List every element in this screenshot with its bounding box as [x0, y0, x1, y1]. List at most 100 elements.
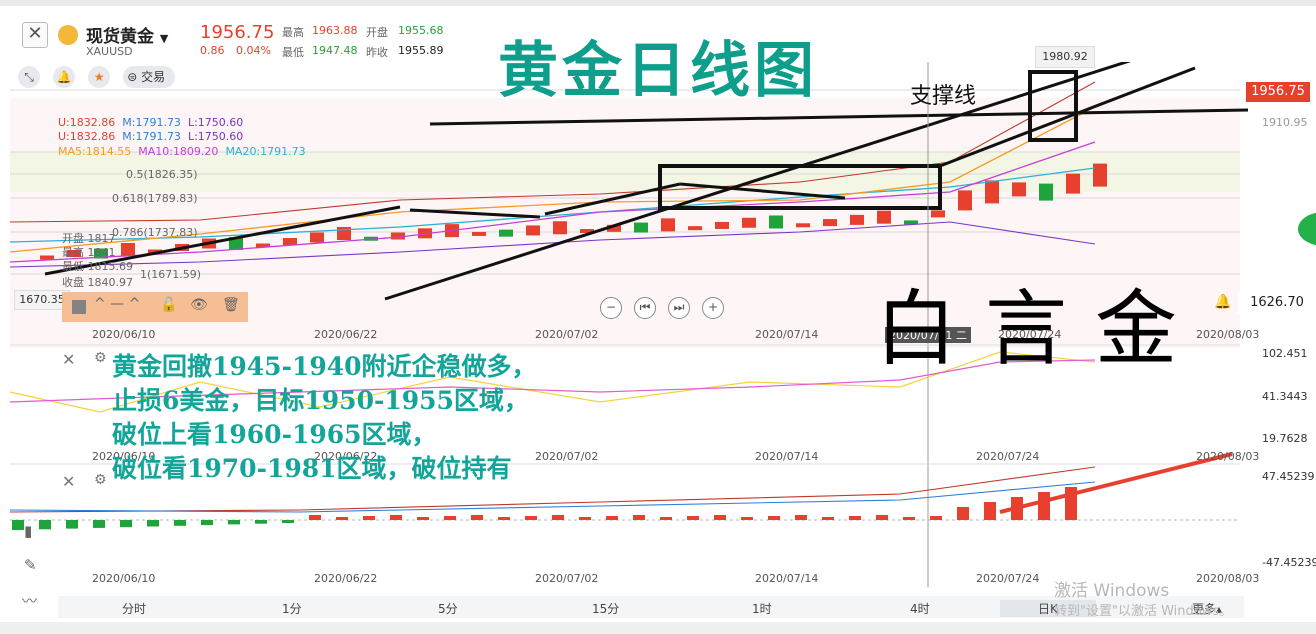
date-label: 2020/07/02: [535, 328, 599, 341]
open-label: 开盘: [366, 26, 388, 39]
bell-icon[interactable]: 🔔: [53, 66, 76, 88]
candle: [472, 231, 486, 236]
candle: [958, 190, 972, 211]
color-swatch-icon[interactable]: [72, 300, 86, 314]
macd-bar: [822, 517, 834, 520]
macd-bar: [336, 517, 348, 520]
candle: [1012, 182, 1026, 197]
price-change-pct: 0.04%: [236, 44, 271, 57]
pencil-icon[interactable]: ✎: [24, 556, 37, 574]
candle: [1093, 163, 1107, 187]
macd-histogram: [12, 487, 1077, 530]
tf-5m[interactable]: 5分: [438, 600, 458, 617]
date-label: 2020/07/14: [755, 328, 819, 341]
close-panel-icon[interactable]: ✕: [62, 472, 75, 491]
zoom-in-icon[interactable]: +: [702, 297, 724, 319]
candle: [283, 238, 297, 245]
date-label: 2020/08/03: [1196, 328, 1260, 341]
settings-icon[interactable]: ⚙: [94, 472, 107, 488]
macd-bar: [660, 517, 672, 520]
tf-tick[interactable]: 分时: [122, 600, 146, 617]
fib-label-0.5: 0.5(1826.35): [126, 168, 198, 181]
price-axis-label: 1910.95: [1262, 116, 1308, 129]
date-label: 2020/07/14: [755, 450, 819, 463]
sub1-axis-low: 19.7628: [1262, 432, 1308, 445]
candle: [1039, 183, 1053, 201]
analysis-line: 破位看1970-1981区域，破位持有: [112, 454, 512, 483]
fib-label-0.786: 0.786(1737.83): [112, 226, 198, 239]
sub2-axis-top: 47.45239: [1262, 470, 1315, 483]
candle: [310, 232, 324, 243]
macd-bar: [228, 520, 240, 525]
close-icon[interactable]: ✕: [22, 22, 48, 48]
zoom-out-icon[interactable]: −: [600, 297, 622, 319]
macd-bar: [66, 520, 78, 529]
candle: [1066, 173, 1080, 194]
high-label: 最高: [282, 26, 304, 39]
star-icon[interactable]: ★: [88, 66, 111, 88]
jump-end-icon[interactable]: ⏭: [668, 297, 690, 319]
macd-bar: [984, 502, 996, 520]
macd-bar: [120, 520, 132, 528]
tf-1h[interactable]: 1时: [752, 600, 772, 617]
macd-bar: [930, 516, 942, 520]
macd-bar: [282, 520, 294, 523]
tf-4h[interactable]: 4时: [910, 600, 930, 617]
analysis-line: 止损6美金，目标1950-1955区域，: [112, 386, 529, 415]
tf-15m[interactable]: 15分: [592, 600, 619, 617]
candle-style-icon[interactable]: ▮: [24, 522, 32, 540]
macd-bar: [552, 515, 564, 520]
trade-icon: ⊜: [127, 70, 142, 84]
candle: [742, 217, 756, 228]
candle: [985, 180, 999, 204]
indicator-icon[interactable]: 〰: [22, 590, 37, 611]
candle: [715, 221, 729, 229]
low-value: 1947.48: [312, 44, 358, 57]
date-label: 2020/07/14: [755, 572, 819, 585]
jump-start-icon[interactable]: ⏮: [634, 297, 656, 319]
sub1-axis-top: 102.451: [1262, 347, 1308, 360]
boll-legend-2: U:1832.86 M:1791.73 L:1750.60: [58, 130, 244, 143]
lock-icon[interactable]: 🔓: [160, 297, 177, 313]
ma-legend: MA5:1814.55 MA10:1809.20 MA20:1791.73: [58, 145, 306, 158]
macd-bar: [579, 517, 591, 520]
line-style-icon[interactable]: ^ — ^: [94, 296, 140, 312]
chevron-down-icon: ▼: [159, 32, 169, 45]
date-label: 2020/06/10: [92, 572, 156, 585]
alert-bell-icon[interactable]: 🔔: [1214, 294, 1231, 310]
sub1-axis-mid: 41.3443: [1262, 390, 1308, 403]
author-signature: 白言金: [875, 282, 1206, 377]
high-tag: 1980.92: [1035, 46, 1095, 68]
macd-bar: [471, 515, 483, 520]
low-label: 最低: [282, 46, 304, 59]
date-label: 2020/07/02: [535, 450, 599, 463]
candle: [688, 226, 702, 231]
chart-title-overlay: 黄金日线图: [498, 36, 818, 106]
ohlc-low: 最低 1815.69: [62, 260, 133, 273]
trash-icon[interactable]: 🗑: [222, 297, 240, 313]
macd-bar: [525, 516, 537, 520]
macd-bar: [444, 516, 456, 520]
candle: [634, 222, 648, 233]
macd-bar: [147, 520, 159, 527]
last-price: 1956.75: [200, 22, 275, 43]
eye-icon[interactable]: 👁: [190, 297, 208, 313]
macd-bar: [741, 517, 753, 520]
alert-price-tag: 1626.70: [1238, 292, 1316, 314]
drawing-toolbar: ^ — ^ 🔓 👁 🗑: [62, 292, 248, 322]
settings-icon[interactable]: ⚙: [94, 350, 107, 366]
close-panel-icon[interactable]: ✕: [62, 350, 75, 369]
gold-coin-icon: [58, 25, 78, 45]
macd-bar: [849, 516, 861, 520]
symbol-selector[interactable]: 现货黄金 ▼: [86, 22, 168, 47]
macd-bar: [768, 516, 780, 520]
tf-1m[interactable]: 1分: [282, 600, 302, 617]
macd-bar: [255, 520, 267, 524]
analysis-line: 破位上看1960-1965区域，: [112, 420, 437, 449]
macd-bar: [363, 516, 375, 520]
collapse-icon[interactable]: ⤡: [18, 66, 40, 88]
trade-button[interactable]: ⊜ 交易: [123, 66, 176, 88]
analysis-line: 黄金回撤1945-1940附近企稳做多，: [112, 352, 537, 381]
zoom-controls: − ⏮ ⏭ +: [600, 296, 736, 319]
fib-label-0.618: 0.618(1789.83): [112, 192, 198, 205]
